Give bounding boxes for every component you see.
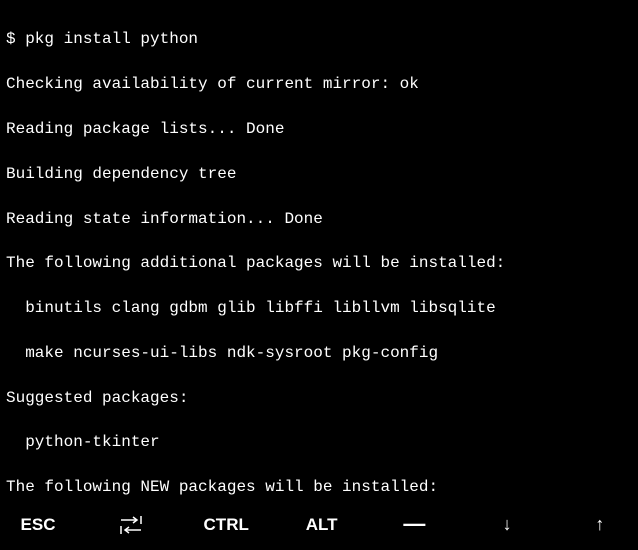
- output-line: Building dependency tree: [6, 163, 632, 185]
- extra-keys-bar: ESC CTRL ALT — ↓ ↑: [0, 499, 638, 550]
- package-list: python-tkinter: [6, 431, 632, 453]
- package-list: binutils clang gdbm glib libffi libllvm …: [6, 297, 632, 319]
- alt-key[interactable]: ALT: [302, 513, 342, 537]
- command-text: pkg install python: [25, 30, 198, 48]
- minus-icon: —: [403, 509, 425, 540]
- package-list: make ncurses-ui-libs ndk-sysroot pkg-con…: [6, 342, 632, 364]
- down-key[interactable]: ↓: [487, 512, 527, 537]
- minus-key[interactable]: —: [394, 509, 434, 540]
- output-line: Reading package lists... Done: [6, 118, 632, 140]
- prompt: $: [6, 30, 25, 48]
- output-line: The following NEW packages will be insta…: [6, 476, 632, 498]
- output-line: Suggested packages:: [6, 387, 632, 409]
- tab-icon: [119, 516, 143, 534]
- up-key[interactable]: ↑: [580, 512, 620, 537]
- tab-key[interactable]: [111, 516, 151, 534]
- output-line: Checking availability of current mirror:…: [6, 73, 632, 95]
- terminal-output[interactable]: $ pkg install python Checking availabili…: [0, 0, 638, 499]
- output-line: The following additional packages will b…: [6, 252, 632, 274]
- command-line: $ pkg install python: [6, 28, 632, 50]
- ctrl-key[interactable]: CTRL: [204, 513, 249, 537]
- arrow-down-icon: ↓: [503, 512, 512, 537]
- arrow-up-icon: ↑: [595, 512, 604, 537]
- output-line: Reading state information... Done: [6, 208, 632, 230]
- esc-key[interactable]: ESC: [18, 513, 58, 537]
